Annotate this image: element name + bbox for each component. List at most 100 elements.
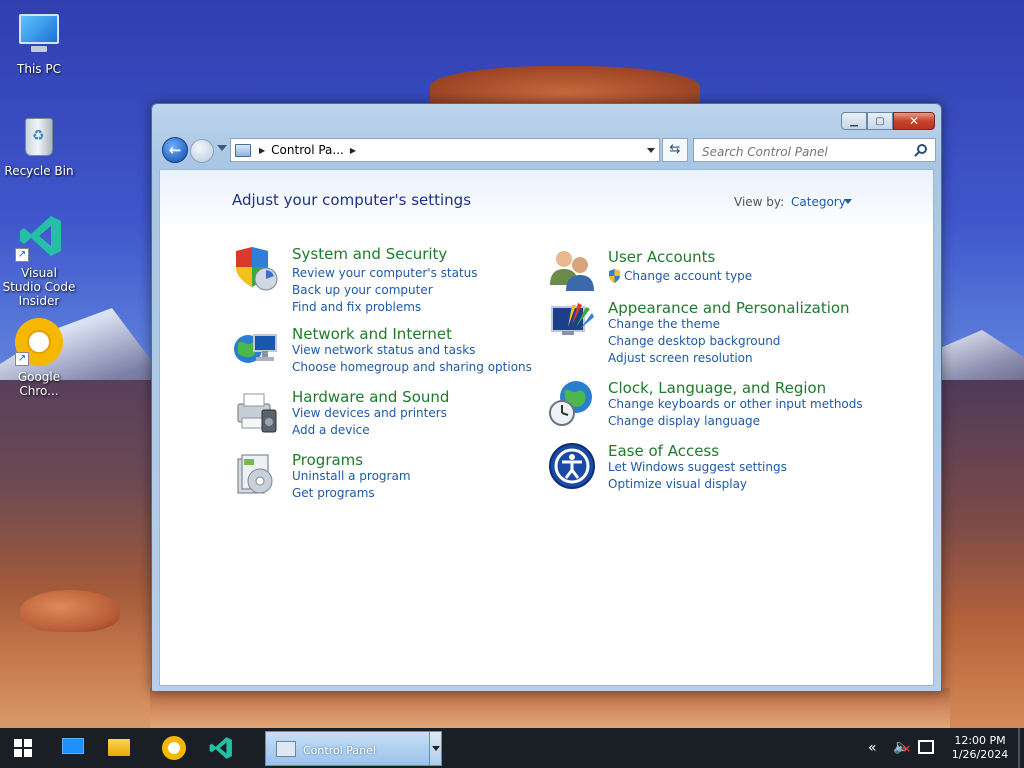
link-homegroup[interactable]: Choose homegroup and sharing options <box>292 360 532 374</box>
programs-icon[interactable] <box>232 451 280 499</box>
wallpaper-ground-bottom <box>150 688 950 728</box>
link-change-account-type[interactable]: Change account type <box>624 269 752 283</box>
control-panel-icon <box>276 741 296 757</box>
appearance-icon[interactable] <box>548 299 596 347</box>
close-icon: ✕ <box>908 114 920 128</box>
uac-shield-icon <box>609 269 620 283</box>
link-backup[interactable]: Back up your computer <box>292 283 433 297</box>
speaker-muted-icon: 🔈 <box>893 739 911 755</box>
taskbar-vscode[interactable] <box>208 734 236 762</box>
chrome-icon: ↗ <box>15 318 63 366</box>
link-change-theme[interactable]: Change the theme <box>608 317 720 331</box>
minimize-icon: ▁ <box>850 115 858 127</box>
desktop-icon-recycle-bin[interactable]: Recycle Bin <box>1 112 77 178</box>
network-icon[interactable] <box>232 325 280 373</box>
navigation-bar: ← ▶ Control Pa... ▶ ⇆ <box>160 136 936 164</box>
windows-logo-icon <box>14 739 22 747</box>
printer-icon[interactable] <box>232 388 280 436</box>
category-title[interactable]: Hardware and Sound <box>292 388 449 406</box>
search-icon[interactable] <box>917 144 927 154</box>
category-title[interactable]: Appearance and Personalization <box>608 299 850 317</box>
vscode-icon: ↗ <box>15 214 63 262</box>
task-dropdown[interactable] <box>429 732 441 765</box>
category-title[interactable]: System and Security <box>292 245 447 263</box>
link-network-status[interactable]: View network status and tasks <box>292 343 475 357</box>
control-panel-icon <box>235 143 251 157</box>
taskbar-control-panel[interactable]: Control Panel <box>265 731 442 766</box>
refresh-button[interactable]: ⇆ <box>662 138 688 162</box>
refresh-icon: ⇆ <box>669 142 681 157</box>
page-title: Adjust your computer's settings <box>232 191 472 209</box>
monitor-icon <box>62 738 84 754</box>
show-desktop-button[interactable] <box>1018 728 1020 768</box>
link-display-language[interactable]: Change display language <box>608 414 760 428</box>
category-title[interactable]: Network and Internet <box>292 325 452 343</box>
volume-button[interactable]: 🔈 <box>893 739 911 757</box>
link-uninstall[interactable]: Uninstall a program <box>292 469 411 483</box>
link-desktop-background[interactable]: Change desktop background <box>608 334 780 348</box>
taskbar-file-explorer[interactable] <box>106 734 134 762</box>
ease-of-access-icon[interactable] <box>548 442 596 490</box>
link-screen-resolution[interactable]: Adjust screen resolution <box>608 351 753 365</box>
wallpaper-ground-right <box>940 380 1024 728</box>
vscode-icon <box>209 737 232 759</box>
link-devices-printers[interactable]: View devices and printers <box>292 406 447 420</box>
desktop-icon-vscode[interactable]: ↗ Visual Studio Code Insider <box>1 214 77 308</box>
folder-icon <box>108 739 130 756</box>
link-get-programs[interactable]: Get programs <box>292 486 375 500</box>
category-title[interactable]: Clock, Language, and Region <box>608 379 826 397</box>
link-change-keyboards[interactable]: Change keyboards or other input methods <box>608 397 863 411</box>
clock-time: 12:00 PM <box>954 734 1006 747</box>
clock-date: 1/26/2024 <box>951 748 1009 761</box>
breadcrumb-separator-icon[interactable]: ▶ <box>350 146 356 155</box>
start-button[interactable] <box>14 739 32 757</box>
back-button[interactable]: ← <box>162 137 188 163</box>
show-hidden-icons-button[interactable]: « <box>868 740 877 756</box>
task-label: Control Panel <box>303 744 376 757</box>
link-add-device[interactable]: Add a device <box>292 423 370 437</box>
minimize-button[interactable]: ▁ <box>841 112 867 130</box>
clock[interactable]: 12:00 PM 1/26/2024 <box>945 734 1015 762</box>
chevron-left-icon: « <box>868 740 877 756</box>
link-windows-suggest[interactable]: Let Windows suggest settings <box>608 460 787 474</box>
view-by-dropdown[interactable]: Category <box>791 195 846 209</box>
forward-button[interactable] <box>190 139 214 163</box>
link-optimize-visual[interactable]: Optimize visual display <box>608 477 747 491</box>
maximize-icon: ▢ <box>875 115 885 127</box>
close-button[interactable]: ✕ <box>893 112 935 130</box>
chevron-down-icon[interactable] <box>844 199 852 204</box>
desktop-icon-chrome[interactable]: ↗ Google Chro... <box>1 318 77 398</box>
breadcrumb-control-panel[interactable]: Control Pa... <box>271 143 344 157</box>
category-title[interactable]: Programs <box>292 451 363 469</box>
link-review-status[interactable]: Review your computer's status <box>292 266 478 280</box>
desktop-icon-label: This PC <box>17 62 61 76</box>
breadcrumb-separator-icon[interactable]: ▶ <box>259 146 265 155</box>
desktop-icon-label: Recycle Bin <box>4 164 74 178</box>
control-panel-window: ▁ ▢ ✕ ← ▶ Control Pa... ▶ ⇆ Adjust your … <box>151 103 942 692</box>
wallpaper-boulder <box>20 590 120 632</box>
desktop-icon-this-pc[interactable]: This PC <box>1 10 77 76</box>
computer-icon <box>15 10 63 58</box>
wallpaper-ground-left <box>0 380 160 728</box>
category-title[interactable]: User Accounts <box>608 248 715 266</box>
clock-globe-icon[interactable] <box>548 379 596 427</box>
maximize-button[interactable]: ▢ <box>867 112 893 130</box>
arrow-left-icon: ← <box>168 141 182 159</box>
network-tray-icon[interactable] <box>918 740 934 754</box>
taskbar-chrome[interactable] <box>160 734 188 762</box>
search-input[interactable] <box>693 138 936 162</box>
users-icon[interactable] <box>548 245 596 293</box>
recent-pages-dropdown[interactable] <box>217 145 227 151</box>
category-title[interactable]: Ease of Access <box>608 442 719 460</box>
address-dropdown[interactable] <box>647 148 655 153</box>
desktop-icon-label: Google Chro... <box>17 370 61 398</box>
desktop-icon-label: Visual Studio Code Insider <box>2 266 76 308</box>
address-bar[interactable]: ▶ Control Pa... ▶ <box>230 138 660 162</box>
recycle-bin-icon <box>15 112 63 160</box>
chrome-icon <box>162 736 186 760</box>
taskbar: Control Panel « 🔈 12:00 PM 1/26/2024 <box>0 728 1024 768</box>
taskbar-desktop-button[interactable] <box>60 734 88 762</box>
control-panel-content: Adjust your computer's settings View by:… <box>159 169 934 686</box>
link-find-fix[interactable]: Find and fix problems <box>292 300 421 314</box>
shield-icon[interactable] <box>232 245 280 293</box>
